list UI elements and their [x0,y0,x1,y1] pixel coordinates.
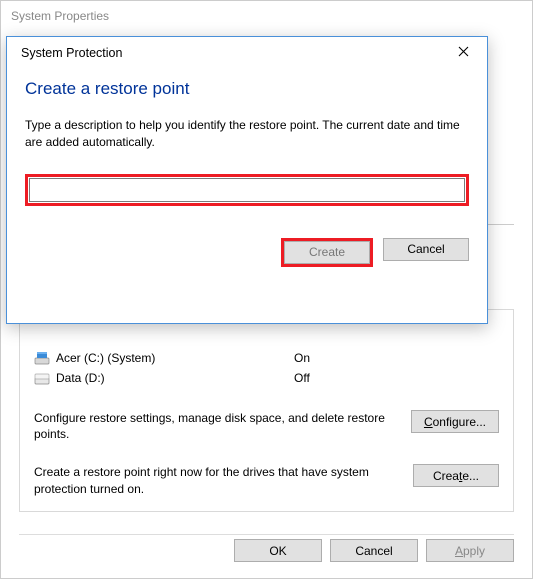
create-button-highlight: Create [281,238,373,267]
parent-title: System Properties [11,9,109,23]
parent-titlebar: System Properties [1,1,532,31]
drive-row[interactable]: Acer (C:) (System) On [34,348,499,368]
dialog-button-row: Create Cancel [25,238,469,267]
drive-name: Acer (C:) (System) [56,351,294,365]
dialog-cancel-button[interactable]: Cancel [383,238,469,261]
drive-status: On [294,351,310,365]
close-button[interactable] [447,39,479,67]
dialog-create-button[interactable]: Create [284,241,370,264]
drive-row[interactable]: Data (D:) Off [34,368,499,388]
restore-point-description-input[interactable] [29,178,465,202]
dialog-title: System Protection [21,46,122,60]
protection-settings-group: Acer (C:) (System) On Data (D:) Off Conf… [19,309,514,512]
dialog-titlebar: System Protection [7,37,487,69]
drive-name: Data (D:) [56,371,294,385]
configure-button-label: Configure... [424,415,486,429]
create-button[interactable]: Create... [413,464,499,487]
configure-description: Configure restore settings, manage disk … [34,410,411,442]
footer-separator [19,534,514,535]
drive-icon [34,350,50,366]
dialog-footer: OK Cancel Apply [234,539,514,562]
drive-icon [34,370,50,386]
dialog-heading: Create a restore point [25,79,469,99]
ok-button[interactable]: OK [234,539,322,562]
apply-button[interactable]: Apply [426,539,514,562]
apply-button-label: Apply [455,544,485,558]
dialog-description: Type a description to help you identify … [25,117,469,152]
drive-list: Acer (C:) (System) On Data (D:) Off [34,348,499,388]
system-protection-dialog: System Protection Create a restore point… [6,36,488,324]
create-button-label: Create... [433,469,479,483]
cancel-button[interactable]: Cancel [330,539,418,562]
drive-status: Off [294,371,310,385]
create-description: Create a restore point right now for the… [34,464,413,496]
configure-button[interactable]: Configure... [411,410,499,433]
input-highlight [25,174,469,206]
close-icon [458,46,469,60]
